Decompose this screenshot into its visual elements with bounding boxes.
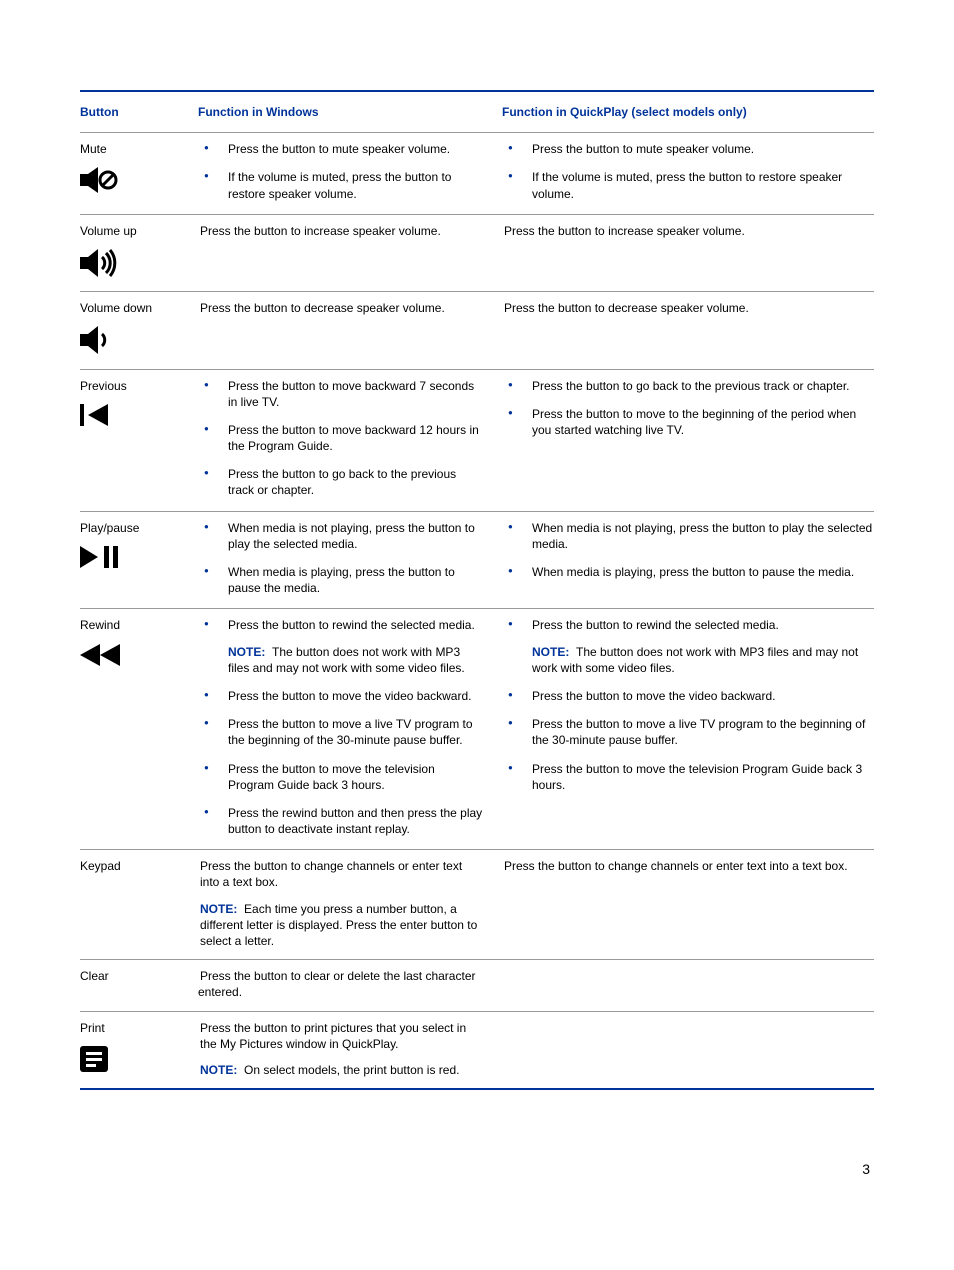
header-quickplay: Function in QuickPlay (select models onl…: [502, 104, 874, 120]
list-item: Press the button to rewind the selected …: [502, 617, 874, 676]
note-label: NOTE:: [200, 902, 237, 916]
button-label-print: Print: [80, 1020, 190, 1036]
list-item: When media is not playing, press the but…: [198, 520, 484, 552]
list-item: Press the button to go back to the previ…: [198, 466, 484, 498]
note: NOTE: Each time you press a number butto…: [198, 901, 484, 950]
list-item: Press the button to move to the beginnin…: [502, 406, 874, 438]
list-item: Press the button to move the video backw…: [502, 688, 874, 704]
list-item: Press the button to mute speaker volume.: [502, 141, 874, 157]
cell-text: Press the button to increase speaker vol…: [502, 224, 745, 238]
button-label-clear: Clear: [80, 968, 190, 984]
list-item: Press the rewind button and then press t…: [198, 805, 484, 837]
list-item: Press the button to move a live TV progr…: [502, 716, 874, 748]
print-icon: [80, 1046, 190, 1076]
bullet-text: Press the button to rewind the selected …: [228, 618, 475, 632]
button-label-volume-down: Volume down: [80, 300, 190, 316]
list-item: When media is playing, press the button …: [502, 564, 874, 580]
bullet-text: Press the button to rewind the selected …: [532, 618, 779, 632]
button-function-table: Button Function in Windows Function in Q…: [80, 90, 874, 1090]
table-row: Play/pause When media is not playing, pr…: [80, 511, 874, 609]
cell-text: Press the button to decrease speaker vol…: [502, 301, 749, 315]
button-label-keypad: Keypad: [80, 858, 190, 874]
cell-text: Press the button to increase speaker vol…: [198, 224, 441, 238]
mute-icon: [80, 167, 190, 197]
list-item: When media is not playing, press the but…: [502, 520, 874, 552]
button-label-play-pause: Play/pause: [80, 520, 190, 536]
table-row: Rewind Press the button to rewind the se…: [80, 608, 874, 849]
header-windows: Function in Windows: [198, 104, 502, 120]
play-pause-icon: [80, 546, 190, 572]
note: NOTE: On select models, the print button…: [198, 1062, 484, 1078]
note-text: Each time you press a number button, a d…: [200, 902, 477, 948]
table-row: Volume down Press the button to decrease…: [80, 291, 874, 368]
list-item: Press the button to go back to the previ…: [502, 378, 874, 394]
cell-text: Press the button to change channels or e…: [502, 859, 848, 873]
table-row: Volume up Press the button to increase s…: [80, 214, 874, 291]
volume-up-icon: [80, 249, 190, 281]
list-item: Press the button to mute speaker volume.: [198, 141, 484, 157]
table-row: Clear Press the button to clear or delet…: [80, 959, 874, 1010]
cell-text: Press the button to print pictures that …: [198, 1020, 484, 1052]
rewind-icon: [80, 644, 190, 670]
list-item: Press the button to move the television …: [198, 761, 484, 793]
volume-down-icon: [80, 326, 190, 358]
list-item: Press the button to move backward 7 seco…: [198, 378, 484, 410]
list-item: When media is playing, press the button …: [198, 564, 484, 596]
button-label-mute: Mute: [80, 141, 190, 157]
list-item: If the volume is muted, press the button…: [198, 169, 484, 201]
list-item: Press the button to move backward 12 hou…: [198, 422, 484, 454]
cell-text: Press the button to change channels or e…: [198, 858, 484, 890]
note-label: NOTE:: [228, 645, 265, 659]
cell-text: Press the button to clear or delete the …: [198, 969, 475, 999]
table-row: Mute Press the button to mute speaker vo…: [80, 133, 874, 214]
table-row: Print Press the button to print pictures…: [80, 1011, 874, 1089]
button-label-rewind: Rewind: [80, 617, 190, 633]
table-row: Keypad Press the button to change channe…: [80, 849, 874, 959]
note-label: NOTE:: [532, 645, 569, 659]
button-label-previous: Previous: [80, 378, 190, 394]
cell-text: Press the button to decrease speaker vol…: [198, 301, 445, 315]
button-label-volume-up: Volume up: [80, 223, 190, 239]
list-item: Press the button to move the television …: [502, 761, 874, 793]
note: NOTE: The button does not work with MP3 …: [532, 644, 874, 676]
table-row: Previous Press the button to move backwa…: [80, 369, 874, 511]
previous-track-icon: [80, 404, 190, 430]
table-header-row: Button Function in Windows Function in Q…: [80, 92, 874, 133]
list-item: Press the button to move the video backw…: [198, 688, 484, 704]
list-item: Press the button to move a live TV progr…: [198, 716, 484, 748]
list-item: Press the button to rewind the selected …: [198, 617, 484, 676]
list-item: If the volume is muted, press the button…: [502, 169, 874, 201]
note-text: On select models, the print button is re…: [244, 1063, 459, 1077]
note-text: The button does not work with MP3 files …: [532, 645, 858, 675]
note: NOTE: The button does not work with MP3 …: [228, 644, 484, 676]
header-button: Button: [80, 104, 198, 120]
page-number: 3: [80, 1160, 874, 1179]
note-label: NOTE:: [200, 1063, 237, 1077]
